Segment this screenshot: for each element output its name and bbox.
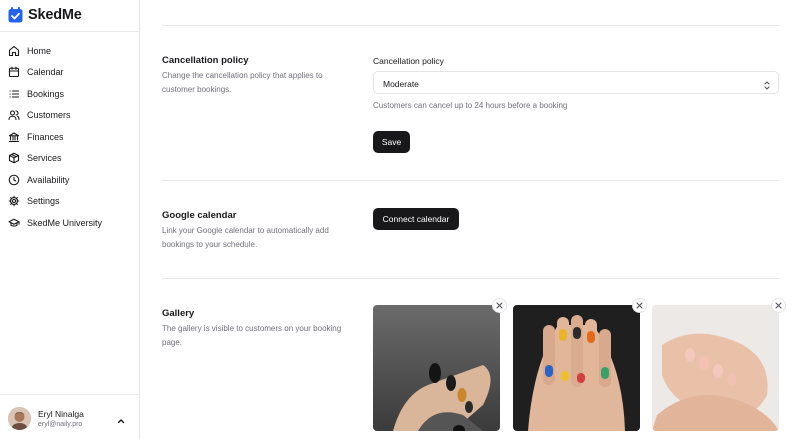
select-value: Moderate [383,79,419,89]
remove-image-button[interactable] [771,298,786,313]
user-email: eryl@naily.pro [38,421,83,428]
sidebar-item-bookings[interactable]: Bookings [0,83,139,105]
sidebar-item-settings[interactable]: Settings [0,191,139,213]
sidebar-item-services[interactable]: Services [0,148,139,170]
users-icon [8,109,20,121]
brand[interactable]: SkedMe [8,6,82,24]
sidebar-item-label: Availability [27,174,70,185]
list-icon [8,88,20,100]
connect-calendar-button[interactable]: Connect calendar [373,208,459,230]
cancellation-policy-select[interactable]: Moderate [373,71,779,94]
cancellation-policy-label: Cancellation policy [373,56,444,66]
save-button[interactable]: Save [373,131,410,153]
package-icon [8,152,20,164]
cancellation-policy-hint: Customers can cancel up to 24 hours befo… [373,101,568,110]
user-name: Eryl Ninalga [38,409,84,419]
clock-icon [8,174,20,186]
home-icon [8,45,20,57]
gear-icon [8,195,20,207]
section-divider [162,25,779,26]
sidebar-item-label: Settings [27,196,60,207]
sidebar-item-skedme-university[interactable]: SkedMe University [0,212,139,234]
sidebar-item-label: Customers [27,110,71,121]
graduation-cap-icon [8,217,20,229]
close-icon [496,302,503,309]
avatar [8,407,31,430]
sidebar-item-availability[interactable]: Availability [0,169,139,191]
calendar-check-logo-icon [8,7,23,23]
section-title: Gallery [162,308,195,319]
sidebar-divider [0,31,139,32]
chevron-up-down-icon [762,78,772,90]
calendar-icon [8,66,20,78]
sidebar: SkedMe Home Calendar Bookings Customers [0,0,140,439]
close-icon [636,302,643,309]
sidebar-item-home[interactable]: Home [0,40,139,62]
sidebar-item-calendar[interactable]: Calendar [0,62,139,84]
section-description: The gallery is visible to customers on y… [162,324,342,347]
section-title: Cancellation policy [162,55,249,66]
brand-name: SkedMe [28,7,82,23]
section-divider [162,278,779,279]
section-description: Change the cancellation policy that appl… [162,71,323,94]
remove-image-button[interactable] [492,298,507,313]
chevron-up-icon[interactable] [116,413,126,424]
section-divider [162,180,779,181]
user-menu[interactable]: Eryl Ninalga eryl@naily.pro [0,394,139,439]
sidebar-item-finances[interactable]: Finances [0,126,139,148]
close-icon [775,302,782,309]
bank-icon [8,131,20,143]
gallery-image[interactable] [513,305,640,431]
sidebar-item-label: Finances [27,131,64,142]
gallery-image[interactable] [373,305,500,431]
sidebar-item-label: Home [27,45,52,56]
sidebar-nav: Home Calendar Bookings Customers Finance… [0,40,139,234]
section-title: Google calendar [162,210,237,221]
section-description: Link your Google calendar to automatical… [162,226,329,249]
sidebar-item-label: SkedMe University [27,217,103,228]
sidebar-item-customers[interactable]: Customers [0,105,139,127]
remove-image-button[interactable] [632,298,647,313]
sidebar-item-label: Bookings [27,88,65,99]
sidebar-item-label: Services [27,153,62,164]
sidebar-item-label: Calendar [27,67,64,78]
gallery-image[interactable] [652,305,779,431]
settings-content: Cancellation policy Change the cancellat… [140,0,800,439]
